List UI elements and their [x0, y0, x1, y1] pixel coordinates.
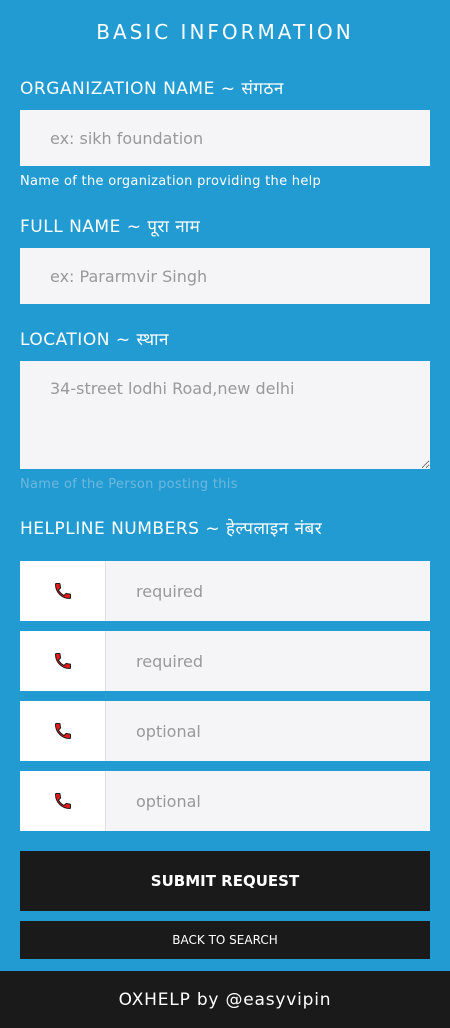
phone-icon: [20, 631, 106, 691]
helpline-number-input-2[interactable]: [106, 631, 430, 691]
phone-icon: [20, 701, 106, 761]
footer-text: OXHELP by @easyvipin: [118, 989, 332, 1010]
helpline-row-4: [20, 771, 430, 831]
back-to-search-button[interactable]: BACK TO SEARCH: [20, 921, 430, 959]
helpline-row-1: [20, 561, 430, 621]
helpline-row-3: [20, 701, 430, 761]
phone-icon: [20, 561, 106, 621]
submit-request-button[interactable]: SUBMIT REQUEST: [20, 851, 430, 911]
organization-name-help: Name of the organization providing the h…: [20, 174, 322, 189]
location-textarea[interactable]: [20, 361, 430, 469]
helpline-number-input-4[interactable]: [106, 771, 430, 831]
helpline-numbers-label: HELPLINE NUMBERS ~ हेल्पलाइन नंबर: [20, 519, 323, 539]
organization-name-label: ORGANIZATION NAME ~ संगठन: [20, 79, 284, 99]
footer: OXHELP by @easyvipin: [0, 971, 450, 1028]
full-name-label: FULL NAME ~ पूरा नाम: [20, 217, 201, 237]
helpline-number-input-1[interactable]: [106, 561, 430, 621]
location-label: LOCATION ~ स्थान: [20, 330, 169, 350]
full-name-input[interactable]: [20, 248, 430, 304]
organization-name-input[interactable]: [20, 110, 430, 166]
helpline-row-2: [20, 631, 430, 691]
page-title: BASIC INFORMATION: [96, 20, 354, 44]
phone-icon: [20, 771, 106, 831]
helpline-number-input-3[interactable]: [106, 701, 430, 761]
location-help: Name of the Person posting this: [20, 477, 238, 492]
